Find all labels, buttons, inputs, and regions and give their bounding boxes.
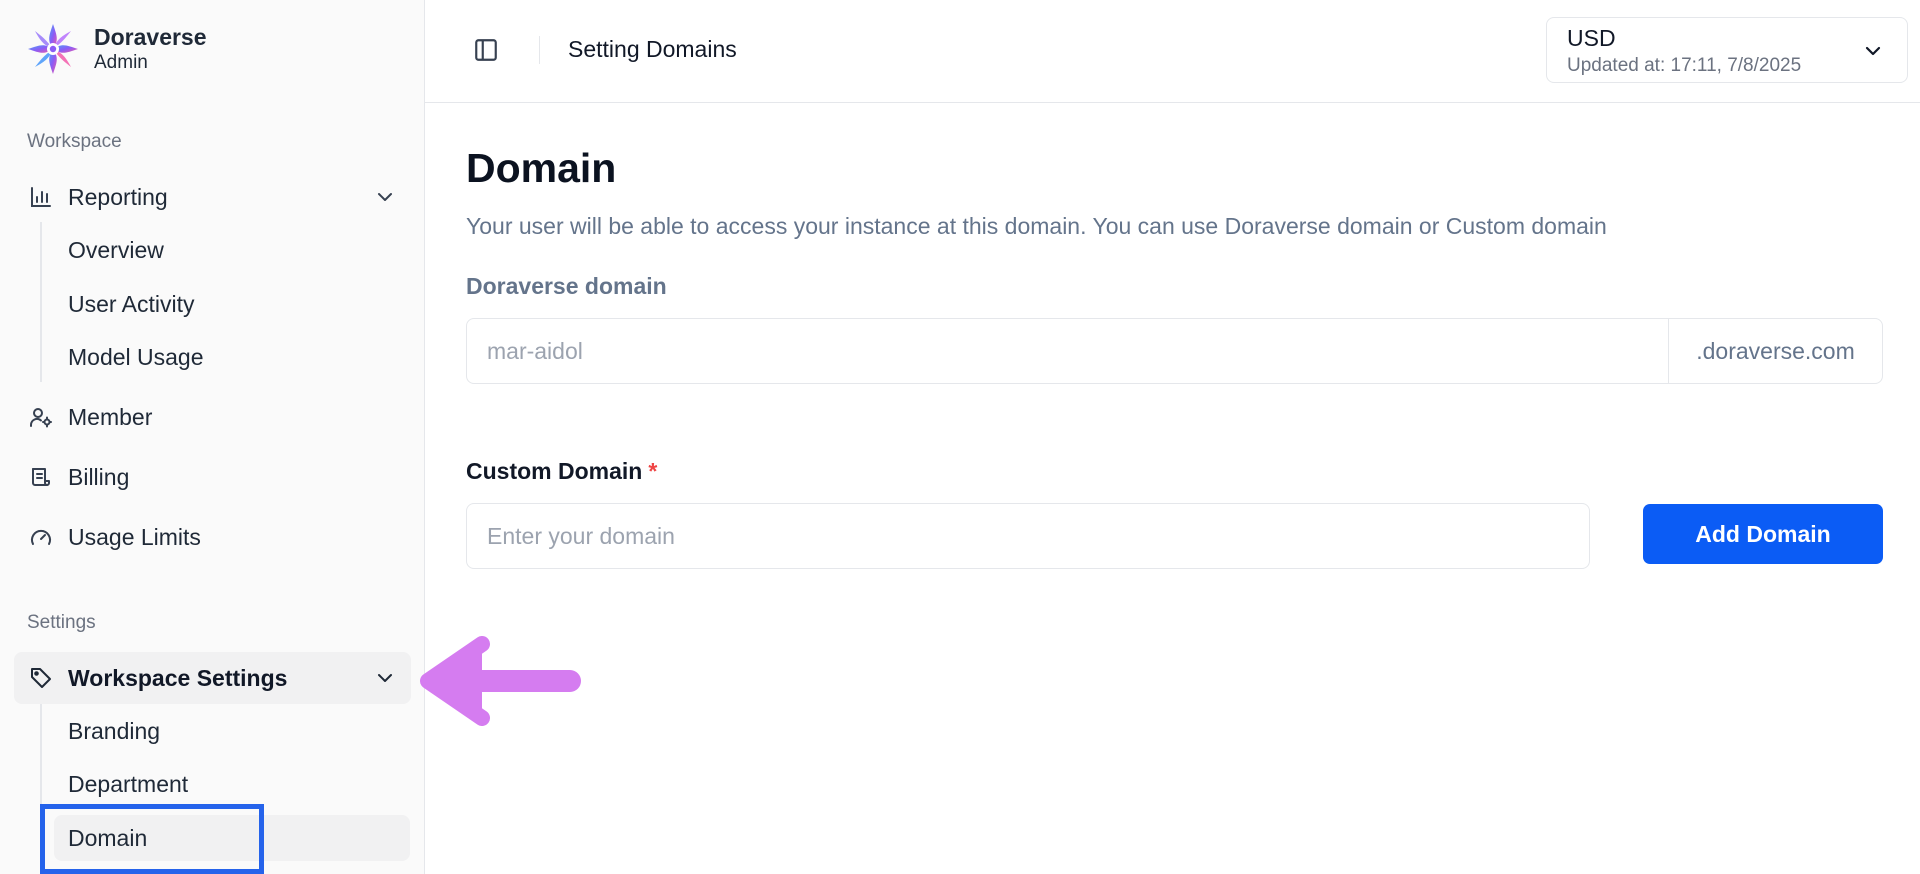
sidebar-subitem-user-activity[interactable]: User Activity [54,281,410,327]
currency-code: USD [1567,25,1616,51]
doraverse-domain-label: Doraverse domain [466,273,667,299]
app-window: Doraverse Admin Workspace Reporting Over… [0,0,1920,874]
page-breadcrumb: Setting Domains [568,36,737,62]
top-bar: Setting Domains USD Updated at: 17:11, 7… [425,0,1920,103]
doraverse-domain-suffix: .doraverse.com [1668,319,1882,383]
reporting-submenu [40,222,42,382]
user-gear-icon [28,404,54,430]
header-divider [539,36,540,64]
receipt-icon [28,464,54,490]
tag-icon [28,665,54,691]
sidebar-item-label: Workspace Settings [68,664,288,691]
add-domain-button[interactable]: Add Domain [1643,504,1883,564]
bar-chart-icon [28,184,54,210]
sidebar-subitem-branding[interactable]: Branding [54,708,410,754]
chevron-down-icon[interactable] [373,666,397,690]
sidebar-subitem-domain[interactable]: Domain [54,815,410,861]
custom-domain-label: Custom Domain * [466,458,657,485]
sidebar-toggle-button[interactable] [470,34,502,66]
custom-domain-input[interactable] [466,503,1590,569]
sidebar-item-billing[interactable]: Billing [14,451,411,503]
brand-name: Doraverse [94,24,207,50]
chevron-down-icon[interactable] [373,185,397,209]
gauge-icon [28,524,54,550]
page-description: Your user will be able to access your in… [466,213,1607,239]
sidebar-item-label: Member [68,403,153,430]
required-mark: * [648,458,658,484]
page-title: Domain [466,145,617,191]
sidebar-toggle-icon [475,39,497,61]
sidebar-item-workspace-settings[interactable]: Workspace Settings [14,652,411,704]
sidebar-subitem-model-usage[interactable]: Model Usage [54,334,410,380]
sidebar-subitem-overview[interactable]: Overview [54,227,410,273]
sidebar-item-label: Usage Limits [68,523,201,550]
sidebar-item-label: Billing [68,463,130,490]
doraverse-domain-field: .doraverse.com [466,318,1883,384]
sidebar-subitem-department[interactable]: Department [54,761,410,807]
currency-select[interactable]: USD Updated at: 17:11, 7/8/2025 [1546,17,1908,83]
section-label-workspace: Workspace [27,131,122,152]
custom-domain-label-text: Custom Domain [466,458,643,484]
doraverse-domain-input [467,319,1667,383]
sidebar: Doraverse Admin Workspace Reporting Over… [0,0,425,874]
brand[interactable]: Doraverse Admin [26,22,207,76]
main-content: Domain Your user will be able to access … [425,103,1920,874]
sidebar-item-reporting[interactable]: Reporting [14,171,411,223]
brand-role: Admin [94,52,148,73]
sidebar-item-usage-limits[interactable]: Usage Limits [14,511,411,563]
sidebar-item-label: Reporting [68,183,168,210]
chevron-down-icon [1865,46,1881,56]
section-label-settings: Settings [27,612,96,633]
currency-updated-at: Updated at: 17:11, 7/8/2025 [1567,55,1802,76]
doraverse-logo-icon [28,24,78,74]
sidebar-item-member[interactable]: Member [14,391,411,443]
workspace-settings-submenu [40,704,42,874]
